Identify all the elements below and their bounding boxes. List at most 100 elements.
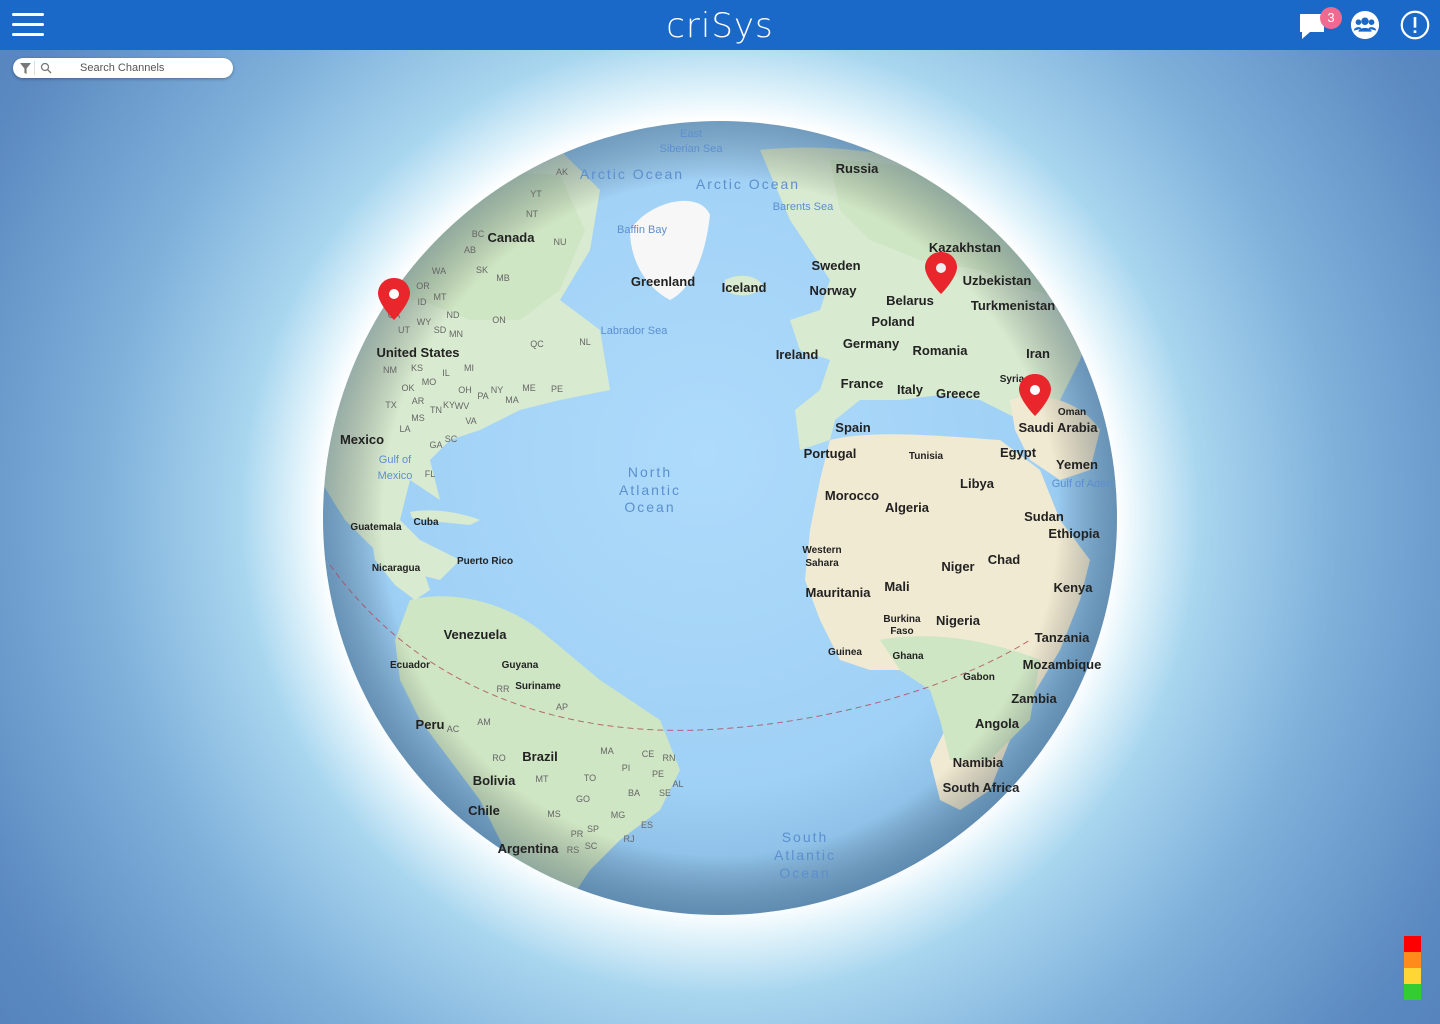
region-label: AL xyxy=(672,779,683,789)
ocean-label: North xyxy=(628,464,672,480)
country-label: Nigeria xyxy=(936,613,981,628)
ocean-label: Ocean xyxy=(624,499,675,515)
region-label: MT xyxy=(434,292,447,302)
region-label: MA xyxy=(600,746,614,756)
country-label: Italy xyxy=(897,382,924,397)
country-label: United States xyxy=(376,345,459,360)
region-label: AK xyxy=(556,167,568,177)
region-label: AR xyxy=(412,396,425,406)
country-label: Nicaragua xyxy=(372,563,421,574)
region-label: ES xyxy=(641,820,653,830)
country-label: Kenya xyxy=(1053,580,1093,595)
region-label: OK xyxy=(401,383,414,393)
ocean-label: Ocean xyxy=(779,865,830,881)
region-label: ME xyxy=(522,383,536,393)
country-label: Niger xyxy=(941,559,974,574)
region-label: BA xyxy=(628,788,640,798)
region-label: QC xyxy=(530,339,544,349)
country-label: Suriname xyxy=(515,681,561,692)
region-label: WA xyxy=(432,266,446,276)
ocean-label: Labrador Sea xyxy=(601,325,669,337)
country-label: Germany xyxy=(843,336,900,351)
country-label: Turkmenistan xyxy=(971,298,1055,313)
region-label: NU xyxy=(554,237,567,247)
region-label: MA xyxy=(505,395,519,405)
country-label: Peru xyxy=(416,717,445,732)
region-label: MB xyxy=(496,273,510,283)
country-label: Cuba xyxy=(414,517,439,528)
region-label: WV xyxy=(455,401,470,411)
legend-orange xyxy=(1404,952,1421,968)
region-label: MG xyxy=(611,810,626,820)
region-label: OH xyxy=(458,385,472,395)
country-label: Greenland xyxy=(631,274,695,289)
region-label: AC xyxy=(447,724,460,734)
ocean-label: Baffin Bay xyxy=(617,224,667,236)
region-label: AP xyxy=(556,702,568,712)
region-label: WY xyxy=(417,317,432,327)
country-label: Chile xyxy=(468,803,500,818)
region-label: SE xyxy=(659,788,671,798)
region-label: NL xyxy=(579,337,591,347)
country-label: Guyana xyxy=(502,660,539,671)
region-label: SC xyxy=(585,841,598,851)
severity-legend xyxy=(1404,936,1421,1000)
ocean-label: Gulf of Aden xyxy=(1052,478,1113,490)
region-label: UT xyxy=(398,325,410,335)
region-label: NY xyxy=(491,385,504,395)
region-label: GO xyxy=(576,794,590,804)
region-label: LA xyxy=(399,424,410,434)
country-label: Spain xyxy=(835,420,870,435)
country-label: Libya xyxy=(960,476,995,491)
country-label: Belarus xyxy=(886,293,934,308)
country-label: Oman xyxy=(1058,407,1086,418)
region-label: FL xyxy=(425,469,436,479)
region-label: MO xyxy=(422,377,437,387)
region-label: IL xyxy=(442,368,450,378)
country-label: Iceland xyxy=(722,280,767,295)
country-label: Norway xyxy=(810,283,858,298)
country-label: Ireland xyxy=(776,347,819,362)
country-label: Angola xyxy=(975,716,1020,731)
region-label: GA xyxy=(429,440,442,450)
country-label: South Africa xyxy=(943,780,1021,795)
country-label: Venezuela xyxy=(444,627,508,642)
region-label: PI xyxy=(622,763,631,773)
country-label: Greece xyxy=(936,386,980,401)
country-label: Western xyxy=(802,545,841,556)
country-label: Mexico xyxy=(340,432,384,447)
legend-yellow xyxy=(1404,968,1421,984)
ocean-label: Atlantic xyxy=(774,847,836,863)
country-label: Mauritania xyxy=(805,585,871,600)
region-label: MI xyxy=(464,363,474,373)
region-label: TN xyxy=(430,405,442,415)
country-label: Uzbekistan xyxy=(963,273,1032,288)
country-label: Sahara xyxy=(805,558,839,569)
globe-map[interactable]: Arctic Ocean Arctic Ocean East Siberian Sea… xyxy=(0,0,1440,1024)
ocean-label: South xyxy=(782,829,829,845)
region-label: NM xyxy=(383,365,397,375)
region-label: SD xyxy=(434,325,447,335)
region-label: ON xyxy=(492,315,506,325)
region-label: BC xyxy=(472,229,485,239)
region-label: KY xyxy=(443,400,455,410)
country-label: Puerto Rico xyxy=(457,556,513,567)
region-label: YT xyxy=(530,189,542,199)
region-label: RR xyxy=(497,684,510,694)
country-label: Romania xyxy=(913,343,969,358)
country-label: Tanzania xyxy=(1035,630,1090,645)
region-label: MS xyxy=(411,413,425,423)
country-label: Bolivia xyxy=(473,773,516,788)
country-label: Brazil xyxy=(522,749,557,764)
ocean-label: Siberian Sea xyxy=(660,143,724,155)
country-label: Mali xyxy=(884,579,909,594)
country-label: France xyxy=(841,376,884,391)
region-label: ID xyxy=(418,297,428,307)
country-label: Guatemala xyxy=(350,522,402,533)
country-label: Saudi Arabia xyxy=(1019,420,1099,435)
country-label: Morocco xyxy=(825,488,879,503)
region-label: PE xyxy=(652,769,664,779)
ocean-label: Arctic Ocean xyxy=(696,176,800,192)
country-label: Poland xyxy=(871,314,914,329)
country-label: Egypt xyxy=(1000,445,1037,460)
